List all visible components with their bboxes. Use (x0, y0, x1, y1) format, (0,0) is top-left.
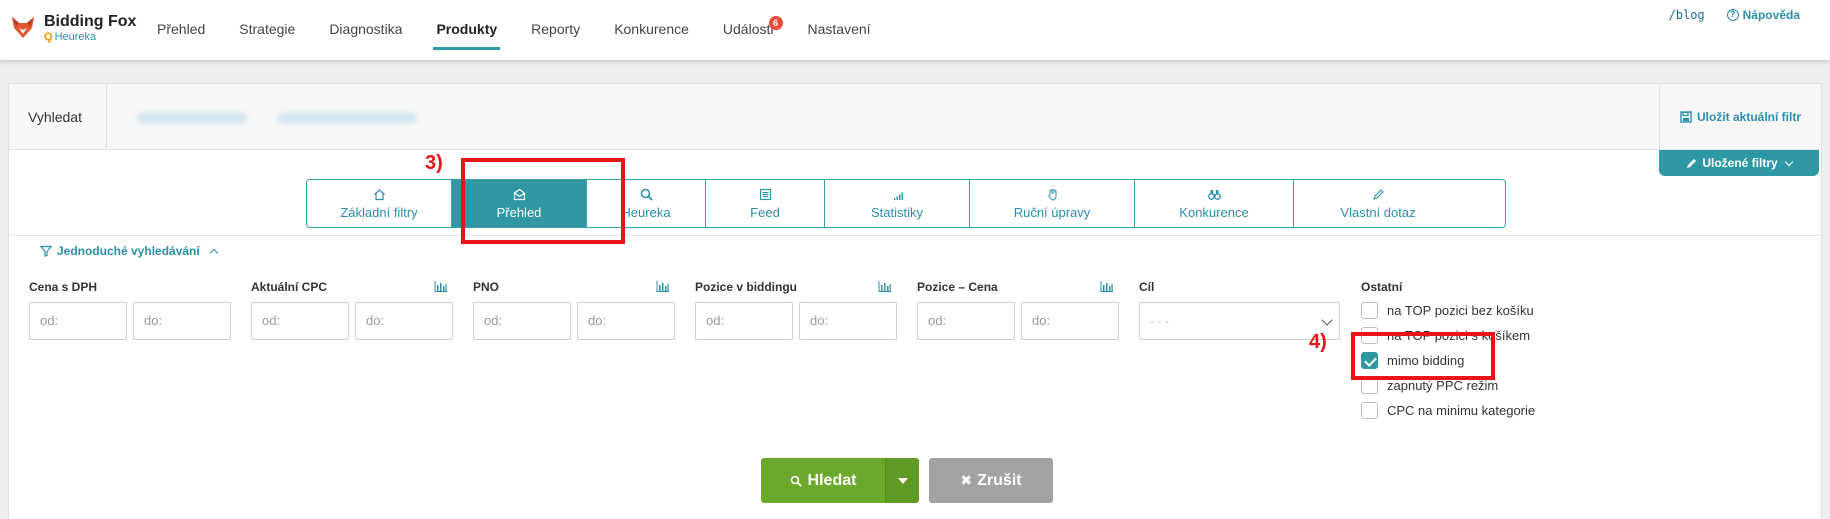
bar-chart-icon[interactable] (434, 281, 447, 292)
tab-label: Statistiky (870, 204, 923, 220)
pozice-cena-to-input[interactable]: do: (1021, 302, 1119, 340)
nav-nastaveni[interactable]: Nastavení (791, 0, 888, 60)
nav-produkty[interactable]: Produkty (419, 0, 514, 60)
tab-label: Feed (750, 204, 780, 220)
cena-to-input[interactable]: do: (133, 302, 231, 340)
cancel-button[interactable]: ✖ Zrušit (929, 458, 1053, 503)
highlight-box-step4 (1351, 332, 1495, 380)
brand-title: Bidding Fox (44, 13, 137, 30)
question-icon: ? (1726, 9, 1739, 21)
logo[interactable]: Bidding Fox Q Heureka (10, 14, 136, 50)
chevron-down-icon (1784, 157, 1793, 166)
blurred-filter-chip[interactable] (277, 113, 417, 123)
pno-label: PNO (473, 280, 500, 294)
tab-label: Základní filtry (340, 204, 418, 220)
annotation-step4: 4) (1309, 331, 1327, 353)
close-icon: ✖ (960, 472, 973, 488)
nav-udalosti-label: Události (722, 21, 774, 37)
tab-zakladni-filtry[interactable]: Základní filtry (307, 180, 452, 227)
top-navbar: Bidding Fox Q Heureka Přehled Strategie D… (0, 0, 1830, 60)
tab-label: Heureka (621, 204, 671, 220)
cpc-from-input[interactable]: od: (251, 302, 349, 340)
search-button[interactable]: Hledat (761, 458, 885, 503)
checkbox-label: na TOP pozici bez košíku (1387, 303, 1534, 318)
events-badge: 6 (768, 16, 783, 30)
saved-filters-dropdown[interactable]: Uložené filtry (1659, 150, 1819, 176)
pencil-icon (1372, 188, 1384, 200)
pozice-bidding-label: Pozice v biddingu (695, 280, 798, 294)
tab-label: Konkurence (1179, 204, 1249, 220)
section-divider (9, 235, 1821, 236)
signal-icon (893, 192, 903, 200)
cancel-button-label: Zrušit (977, 471, 1022, 489)
search-icon (790, 475, 802, 487)
nav-reporty[interactable]: Reporty (514, 0, 597, 60)
checkbox-cpc-minimum[interactable]: CPC na minimu kategorie (1361, 402, 1535, 419)
nav-udalosti[interactable]: Události 6 (706, 0, 791, 60)
blurred-filter-chip[interactable] (137, 113, 247, 123)
pencil-icon (1687, 158, 1697, 168)
binoculars-icon (1207, 189, 1221, 200)
search-options-dropdown[interactable] (885, 458, 919, 503)
hand-icon (1047, 188, 1056, 201)
chevron-down-icon (1321, 314, 1333, 326)
search-button-label: Hledat (807, 471, 857, 489)
simple-search-label: Jednoduché vyhledávání (57, 244, 200, 258)
bar-chart-icon[interactable] (878, 281, 891, 292)
chevron-up-icon (209, 248, 218, 257)
checkbox[interactable] (1361, 402, 1378, 419)
pozice-cena-from-input[interactable]: od: (917, 302, 1015, 340)
magnifier-icon (640, 188, 653, 201)
ostatni-label: Ostatní (1361, 280, 1403, 294)
tab-statistiky[interactable]: Statistiky (825, 180, 970, 227)
help-label: Nápověda (1742, 8, 1800, 22)
cena-label: Cena s DPH (29, 280, 98, 294)
tab-rucni-upravy[interactable]: Ruční úpravy (970, 180, 1135, 227)
checkbox[interactable] (1361, 302, 1378, 319)
annotation-step3: 3) (425, 152, 443, 174)
cil-label: Cíl (1139, 280, 1155, 294)
pno-from-input[interactable]: od: (473, 302, 571, 340)
save-filter-label: Uložit aktuální filtr (1696, 110, 1801, 124)
bar-chart-icon[interactable] (1100, 281, 1113, 292)
floppy-icon (1680, 111, 1692, 123)
list-icon (759, 188, 771, 200)
nav-diagnostika[interactable]: Diagnostika (312, 0, 419, 60)
brand-sub: Heureka (54, 31, 97, 43)
filter-panel: Vyhledat Uložit aktuální filtr Uložené f… (8, 83, 1822, 519)
search-label: Vyhledat (9, 84, 107, 150)
cil-value: - - - (1150, 314, 1169, 328)
tab-konkurence[interactable]: Konkurence (1135, 180, 1294, 227)
blog-link[interactable]: /blog (1669, 8, 1705, 22)
tab-label: Ruční úpravy (1013, 204, 1091, 220)
home-icon (373, 188, 385, 200)
help-link[interactable]: ? Nápověda (1726, 8, 1800, 22)
save-filter-button[interactable]: Uložit aktuální filtr (1659, 84, 1821, 150)
pozice-bidding-from-input[interactable]: od: (695, 302, 793, 340)
bar-chart-icon[interactable] (656, 281, 669, 292)
simple-search-toggle[interactable]: Jednoduché vyhledávání (40, 244, 218, 258)
main-nav: Přehled Strategie Diagnostika Produkty R… (140, 0, 888, 60)
search-row: Vyhledat Uložit aktuální filtr (9, 84, 1821, 150)
checkbox-top-bez-kosiku[interactable]: na TOP pozici bez košíku (1361, 302, 1534, 319)
pno-to-input[interactable]: do: (577, 302, 675, 340)
heureka-icon: Q (44, 31, 53, 43)
filter-icon (40, 245, 52, 257)
cpc-label: Aktuální CPC (251, 280, 328, 294)
tab-vlastni-dotaz[interactable]: Vlastní dotaz (1294, 180, 1462, 227)
nav-konkurence[interactable]: Konkurence (597, 0, 706, 60)
checkbox-label: CPC na minimu kategorie (1387, 403, 1536, 418)
tab-label: Vlastní dotaz (1340, 204, 1416, 220)
pozice-bidding-to-input[interactable]: do: (799, 302, 897, 340)
tab-feed[interactable]: Feed (706, 180, 825, 227)
fox-logo-icon (12, 17, 34, 38)
nav-strategie[interactable]: Strategie (222, 0, 312, 60)
highlight-box-step3 (461, 158, 625, 244)
cena-from-input[interactable]: od: (29, 302, 127, 340)
pozice-cena-label: Pozice – Cena (917, 280, 998, 294)
cpc-to-input[interactable]: do: (355, 302, 453, 340)
checkbox-label: zapnutý PPC režim (1387, 378, 1499, 393)
nav-prehled[interactable]: Přehled (140, 0, 222, 60)
saved-filters-label: Uložené filtry (1702, 156, 1778, 170)
